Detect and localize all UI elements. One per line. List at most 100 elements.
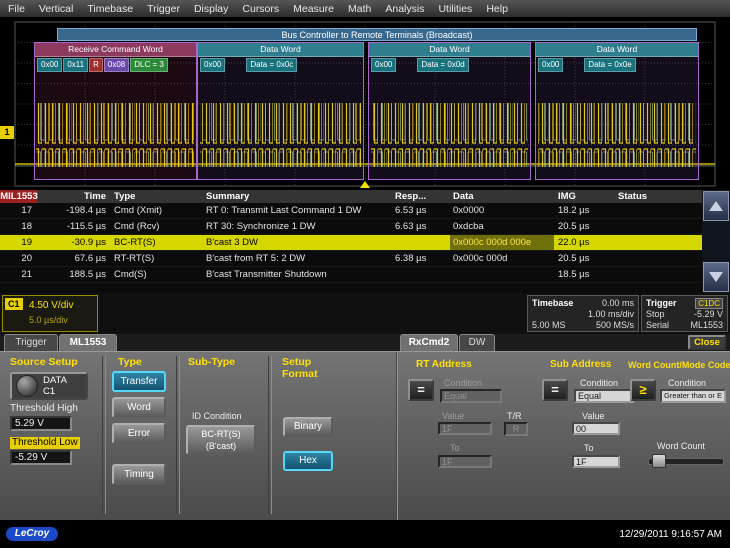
tab-trigger[interactable]: Trigger — [4, 334, 58, 351]
menu-item-display[interactable]: Display — [194, 3, 228, 15]
scroll-down-button[interactable] — [703, 262, 729, 292]
sub-equal-op-button[interactable]: = — [542, 379, 568, 401]
decode-field-sync: 0x00 — [200, 58, 225, 72]
table-row[interactable]: 21 188.5 µs Cmd(S) B'cast Transmitter Sh… — [0, 267, 730, 283]
table-scrollbar[interactable] — [702, 190, 730, 293]
slider-thumb[interactable] — [652, 454, 666, 468]
row-index: 20 — [0, 251, 38, 266]
menu-item-utilities[interactable]: Utilities — [438, 3, 472, 15]
type-timing-button[interactable]: Timing — [112, 464, 166, 485]
table-header-resp[interactable]: Resp... — [392, 190, 450, 203]
table-header-row: MIL1553 Time Type Summary Resp... Data I… — [0, 190, 730, 203]
trigger-label: Trigger — [646, 298, 677, 309]
subtype-label: Sub-Type — [188, 356, 235, 368]
sub-address-label: Sub Address — [550, 359, 611, 371]
type-error-button[interactable]: Error — [112, 423, 166, 444]
row-img: 18.2 µs — [554, 203, 614, 218]
row-time: 67.6 µs — [38, 251, 110, 266]
subtype-select-button[interactable]: BC-RT(S) (B'cast) — [186, 425, 256, 455]
type-label: Type — [118, 356, 142, 368]
trigger-descriptor-box[interactable]: TriggerC1DC Stop-5.29 V SerialML1553 — [641, 295, 728, 332]
table-header-time[interactable]: Time — [38, 190, 110, 203]
row-index: 19 — [0, 235, 38, 250]
decode-region-header: Receive Command Word — [35, 43, 196, 57]
type-transfer-button[interactable]: Transfer — [112, 371, 166, 392]
menu-item-vertical[interactable]: Vertical — [39, 3, 73, 15]
close-button[interactable]: Close — [688, 335, 726, 350]
format-hex-button[interactable]: Hex — [283, 451, 333, 471]
row-type: BC-RT(S) — [110, 235, 202, 250]
tr-field: R — [504, 422, 528, 436]
rxcmd2-panel: RT Address = Condition Equal Value 1F To… — [396, 352, 730, 521]
decode-field-data: Data = 0x0d — [417, 58, 468, 72]
row-img: 20.5 µs — [554, 219, 614, 234]
table-header-data[interactable]: Data — [450, 190, 554, 203]
tab-ml1553[interactable]: ML1553 — [59, 334, 117, 351]
decode-title-banner: Bus Controller to Remote Terminals (Broa… — [57, 28, 697, 41]
decode-field-data: Data = 0x0e — [584, 58, 635, 72]
setup-format-label: Setup Format — [282, 356, 318, 380]
decode-field-rtaddr: 0x11 — [63, 58, 88, 72]
table-header-summary[interactable]: Summary — [202, 190, 392, 203]
menu-item-timebase[interactable]: Timebase — [87, 3, 133, 15]
timebase-samples: 5.00 MS — [532, 320, 566, 331]
menu-item-trigger[interactable]: Trigger — [147, 3, 180, 15]
threshold-low-field[interactable]: -5.29 V — [10, 450, 72, 465]
tab-rxcmd2[interactable]: RxCmd2 — [400, 334, 458, 351]
rt-equal-op-button[interactable]: = — [408, 379, 434, 401]
sub-condition-label: Condition — [580, 378, 618, 388]
row-time: -30.9 µs — [38, 235, 110, 250]
menu-item-help[interactable]: Help — [486, 3, 508, 15]
threshold-high-field[interactable]: 5.29 V — [10, 416, 72, 431]
table-row-selected[interactable]: 19 -30.9 µs BC-RT(S) B'cast 3 DW 0x000c … — [0, 235, 730, 251]
table-header-type[interactable]: Type — [110, 190, 202, 203]
tr-label: T/R — [507, 411, 522, 421]
trigger-source-badge: C1DC — [695, 298, 723, 309]
channel1-descriptor-box[interactable]: C1 4.50 V/div 5.0 µs/div — [2, 295, 98, 332]
menu-item-file[interactable]: File — [8, 3, 25, 15]
timebase-rate: 500 MS/s — [596, 320, 634, 331]
decode-fields: 0x00 Data = 0x0c — [200, 58, 297, 72]
wc-gte-op-button[interactable]: ≥ — [630, 379, 656, 401]
table-row[interactable]: 17 -198.4 µs Cmd (Xmit) RT 0: Transmit L… — [0, 203, 730, 219]
type-word-button[interactable]: Word — [112, 397, 166, 418]
row-status — [614, 251, 702, 266]
table-header-img[interactable]: IMG — [554, 190, 614, 203]
sub-to-field[interactable]: 1F — [572, 455, 620, 468]
menu-item-analysis[interactable]: Analysis — [385, 3, 424, 15]
row-type: Cmd(S) — [110, 267, 202, 282]
menu-bar: File Vertical Timebase Trigger Display C… — [0, 0, 730, 18]
wc-condition-field[interactable]: Greater than or E — [660, 389, 726, 403]
row-index: 17 — [0, 203, 38, 218]
decode-region-header: Data Word — [369, 43, 530, 57]
decode-fields: 0x00 Data = 0x0d — [371, 58, 469, 72]
row-resp: 6.63 µs — [392, 219, 450, 234]
decode-region-dataword-1: Data Word 0x00 Data = 0x0c — [197, 42, 364, 180]
table-row[interactable]: 18 -115.5 µs Cmd (Rcv) RT 30: Synchroniz… — [0, 219, 730, 235]
row-resp: 6.53 µs — [392, 203, 450, 218]
tab-dw[interactable]: DW — [459, 334, 495, 351]
menu-item-math[interactable]: Math — [348, 3, 371, 15]
channel1-marker[interactable]: 1 — [0, 126, 14, 139]
rt-address-label: RT Address — [416, 359, 472, 371]
channel1-vdiv: 4.50 V/div — [29, 300, 73, 311]
decode-field-data: Data = 0x0c — [246, 58, 297, 72]
row-resp — [392, 235, 450, 250]
menu-item-measure[interactable]: Measure — [293, 3, 334, 15]
decode-region-header: Data Word — [198, 43, 363, 57]
decode-field-tr: R — [89, 58, 103, 72]
scroll-up-button[interactable] — [703, 191, 729, 221]
word-count-slider[interactable] — [648, 453, 724, 467]
sub-condition-field[interactable]: Equal — [574, 389, 634, 403]
format-binary-button[interactable]: Binary — [283, 417, 333, 437]
source-select-knob[interactable]: DATA C1 — [10, 372, 88, 400]
table-row[interactable]: 20 67.6 µs RT-RT(S) B'cast from RT 5: 2 … — [0, 251, 730, 267]
row-data: 0x000c 000d 000e — [450, 235, 554, 250]
timebase-descriptor-box[interactable]: Timebase0.00 ms 1.00 ms/div 5.00 MS500 M… — [527, 295, 639, 332]
waveform-display[interactable]: Bus Controller to Remote Terminals (Broa… — [0, 18, 730, 190]
sub-value-field[interactable]: 00 — [572, 422, 620, 435]
menu-item-cursors[interactable]: Cursors — [242, 3, 279, 15]
table-header-status[interactable]: Status — [614, 190, 702, 203]
dialog-body: Source Setup DATA C1 Threshold High 5.29… — [0, 351, 730, 520]
row-summary: RT 0: Transmit Last Command 1 DW — [202, 203, 392, 218]
